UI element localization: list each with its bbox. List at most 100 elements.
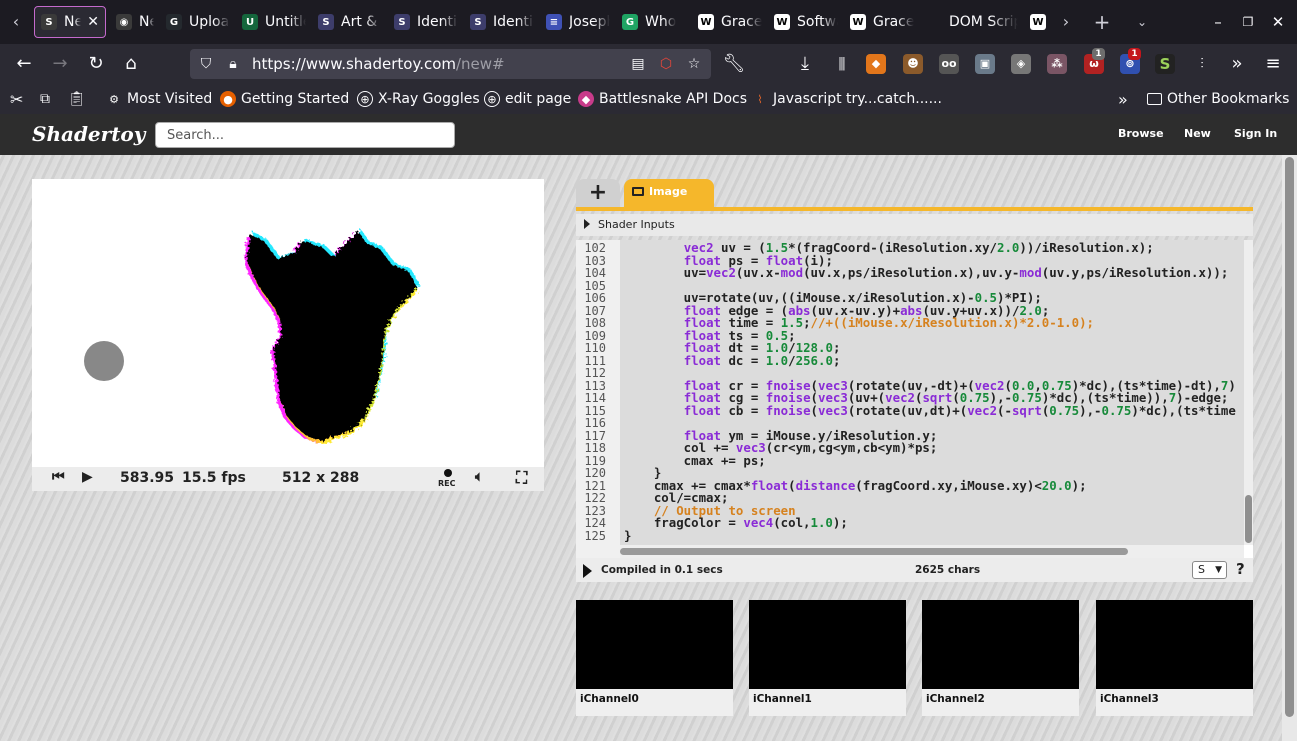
code-line[interactable]: float cb = fnoise(vec3(rotate(uv,dt)+(ve… [624,404,1236,418]
library-icon[interactable]: ⫼ [830,52,854,76]
new-tab-icon[interactable]: + [1092,10,1112,34]
glasses-extension-icon[interactable]: oo [939,54,959,74]
shader-inputs-toggle[interactable]: Shader Inputs [576,214,1253,236]
rewind-icon[interactable]: ⏮ [52,469,65,485]
minimize-window-icon[interactable]: – [1208,10,1228,34]
code-hscroll-thumb[interactable] [620,548,1128,555]
channel-preview[interactable] [1096,600,1253,689]
code-line[interactable]: } [624,529,631,543]
tab-scroll-left-icon[interactable]: ‹ [6,10,26,34]
home-icon[interactable]: ⌂ [119,52,143,76]
browser-tab[interactable]: ≡ Joseph [540,6,616,38]
tracking-protection-shield-icon[interactable]: ⛉ [197,55,215,73]
browser-tab[interactable]: S Art & Shaders [312,6,388,38]
browser-tab[interactable]: U Untitled [236,6,312,38]
add-tab-button[interactable]: + [576,179,620,207]
paste-icon[interactable]: 📋︎ [68,90,86,108]
code-line[interactable]: fragColor = vec4(col,1.0); [624,516,848,530]
channel-preview[interactable] [576,600,733,689]
volume-icon[interactable]: 🔈︎ [475,469,483,485]
browser-tab[interactable]: W [1024,6,1048,38]
compile-play-icon[interactable] [583,564,592,578]
copy-icon[interactable]: ⧉ [40,90,50,108]
code-line[interactable]: float dc = 1.0/256.0; [624,354,841,368]
url-text[interactable]: https://www.shadertoy.com/new# [252,55,505,73]
bookmark-getting-started[interactable]: ● Getting Started [220,90,349,108]
back-arrow-icon[interactable]: ← [12,52,36,76]
browser-tab[interactable]: ◉ New Tab [110,6,160,38]
lock-icon[interactable]: 🔒︎ [224,55,242,73]
record-icon[interactable] [444,469,452,477]
downloads-icon[interactable]: ⤓ [793,52,817,76]
hamburger-menu-icon[interactable]: ≡ [1261,52,1285,76]
site-logo[interactable]: Shadertoy [32,122,145,146]
bookmark-star-icon[interactable]: ☆ [685,55,703,73]
code-text-area[interactable]: vec2 uv = (1.5*(fragCoord-(iResolution.x… [620,240,1244,545]
equalizer-extension-icon[interactable]: ⫶ [1190,52,1214,76]
restore-window-icon[interactable]: ❐ [1238,10,1258,34]
list-all-tabs-icon[interactable]: ⌄ [1132,10,1152,34]
close-window-icon[interactable]: ✕ [1268,10,1288,34]
reload-icon[interactable]: ↻ [84,52,108,76]
browser-tab[interactable]: W Grace [692,6,768,38]
reader-view-icon[interactable]: ▤ [629,55,647,73]
tab-favicon-icon: S [394,14,410,30]
channel-preview[interactable] [922,600,1079,689]
browser-tab[interactable]: W Software [768,6,844,38]
code-editor[interactable]: 102 103 104 105 106 107 108 109 110 111 112 113 114 1… [576,240,1253,558]
url-bar[interactable]: ⛉ 🔒︎ https://www.shadertoy.com/new# ▤ ⬡ … [190,49,711,79]
browser-tab[interactable]: DOM Scripting [920,6,1024,38]
channel-slot-1[interactable]: iChannel1 [749,600,906,716]
nav-browse-link[interactable]: Browse [1118,127,1164,140]
bookmark-label: Javascript try...catch...... [773,91,942,107]
help-button[interactable]: ? [1236,560,1245,578]
code-line[interactable]: uv=vec2(uv.x-mod(uv.x,ps/iResolution.x),… [624,266,1229,280]
code-horizontal-scrollbar[interactable] [620,545,1244,558]
page-scrollbar-thumb[interactable] [1285,157,1294,717]
privacy-extension-icon[interactable]: ⬡ [657,55,675,73]
forward-arrow-icon[interactable]: → [48,52,72,76]
channel-slot-0[interactable]: iChannel0 [576,600,733,716]
shader-canvas[interactable] [32,179,544,467]
browser-tab[interactable]: G Who [616,6,692,38]
channel-preview[interactable] [749,600,906,689]
bookmark-battlesnake[interactable]: ◆ Battlesnake API Docs [578,90,747,108]
play-icon[interactable]: ▶ [82,469,93,485]
channel-slot-2[interactable]: iChannel2 [922,600,1079,716]
cluster-extension-icon[interactable]: ⁂ [1047,54,1067,74]
overflow-menu-icon[interactable]: » [1225,52,1249,76]
cube-extension-icon[interactable]: ◈ [1011,54,1031,74]
wrench-icon[interactable]: 🔧︎ [722,52,746,76]
fullscreen-icon[interactable]: ⛶ [516,468,527,488]
nav-new-link[interactable]: New [1184,127,1211,140]
metamask-extension-icon[interactable]: ◆ [866,54,886,74]
code-vscroll-thumb[interactable] [1245,495,1252,543]
monkey-extension-icon[interactable]: ☻ [903,54,923,74]
bookmark-javascript-try-catch[interactable]: ⌇ Javascript try...catch...... [752,90,942,108]
tab-image[interactable]: Image [624,179,714,207]
code-vertical-scrollbar[interactable] [1244,240,1253,545]
line-number: 110 [584,341,606,355]
channel-slot-3[interactable]: iChannel3 [1096,600,1253,716]
font-size-select[interactable]: S ▼ [1192,561,1227,579]
browser-tab[interactable]: W Grace [844,6,920,38]
tab-scroll-right-icon[interactable]: › [1056,10,1076,34]
page-scrollbar[interactable] [1282,155,1297,741]
bookmark-edit-page[interactable]: ⊕ edit page [484,90,571,108]
tab-close-icon[interactable]: ✕ [87,14,99,30]
browser-tab[interactable]: G Upload [160,6,236,38]
nav-sign-in-link[interactable]: Sign In [1234,127,1277,140]
search-input[interactable] [155,122,455,148]
bookmarks-overflow-icon[interactable]: » [1118,90,1128,109]
bookmark-most-visited[interactable]: ⚙ Most Visited [106,90,212,108]
cut-icon[interactable]: ✂ [10,90,23,109]
tab-favicon-icon: S [318,14,334,30]
bookmark-xray-goggles[interactable]: ⊕ X-Ray Goggles [357,90,480,108]
browser-tab[interactable]: S Identicon [464,6,540,38]
screenshot-extension-icon[interactable]: ▣ [975,54,995,74]
other-bookmarks[interactable]: Other Bookmarks [1147,90,1289,108]
stylus-extension-icon[interactable]: S [1155,54,1175,74]
browser-tab[interactable]: S New Shader ✕ [34,6,106,38]
browser-tab[interactable]: S Identicon [388,6,464,38]
font-size-value: S [1198,563,1205,576]
